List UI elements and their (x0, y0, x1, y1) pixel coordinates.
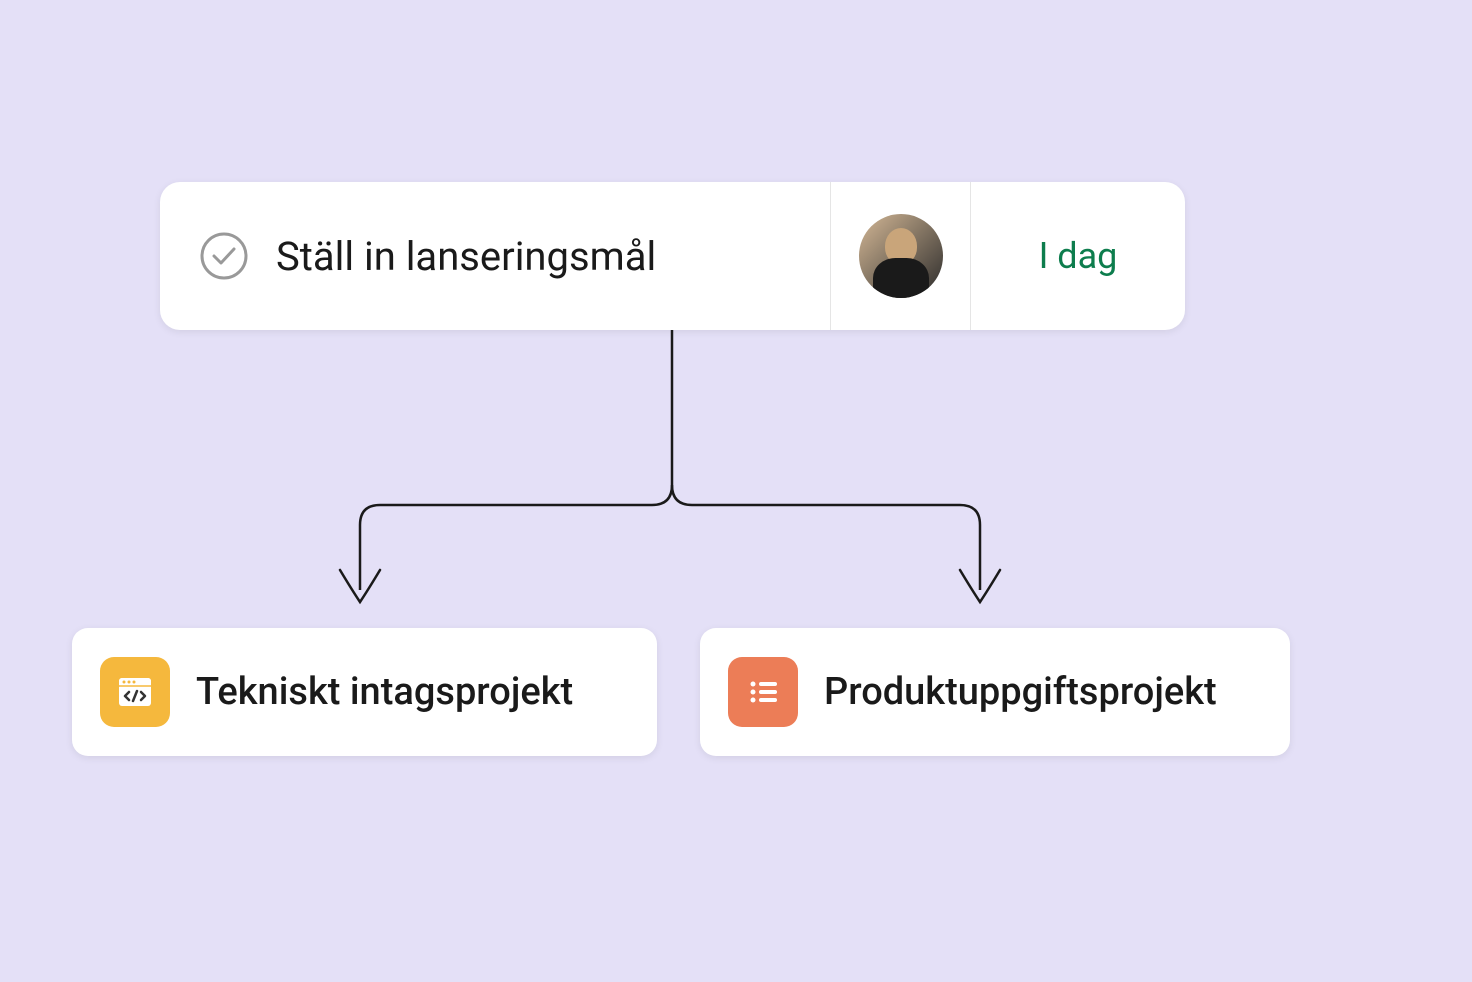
task-assignee-section[interactable] (830, 182, 970, 330)
code-window-icon (100, 657, 170, 727)
task-card[interactable]: Ställ in lanseringsmål I dag (160, 182, 1185, 330)
task-main-section: Ställ in lanseringsmål (160, 232, 830, 280)
task-date-section[interactable]: I dag (970, 182, 1185, 330)
project-title: Tekniskt intagsprojekt (196, 670, 573, 714)
task-date: I dag (1039, 235, 1118, 277)
project-title: Produktuppgiftsprojekt (824, 670, 1217, 714)
list-icon (728, 657, 798, 727)
check-circle-icon[interactable] (200, 232, 248, 280)
task-title: Ställ in lanseringsmål (276, 233, 656, 280)
project-card-technical[interactable]: Tekniskt intagsprojekt (72, 628, 657, 756)
avatar (859, 214, 943, 298)
connector-lines (330, 330, 1010, 630)
project-card-product[interactable]: Produktuppgiftsprojekt (700, 628, 1290, 756)
